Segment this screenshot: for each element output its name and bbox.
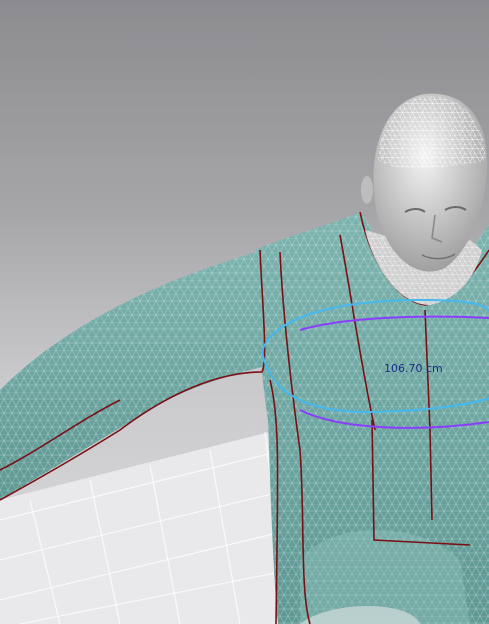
3d-viewport[interactable]: 106.70 cm [0, 0, 489, 624]
measurement-label: 106.70 cm [384, 362, 443, 375]
scene-canvas[interactable] [0, 0, 489, 624]
